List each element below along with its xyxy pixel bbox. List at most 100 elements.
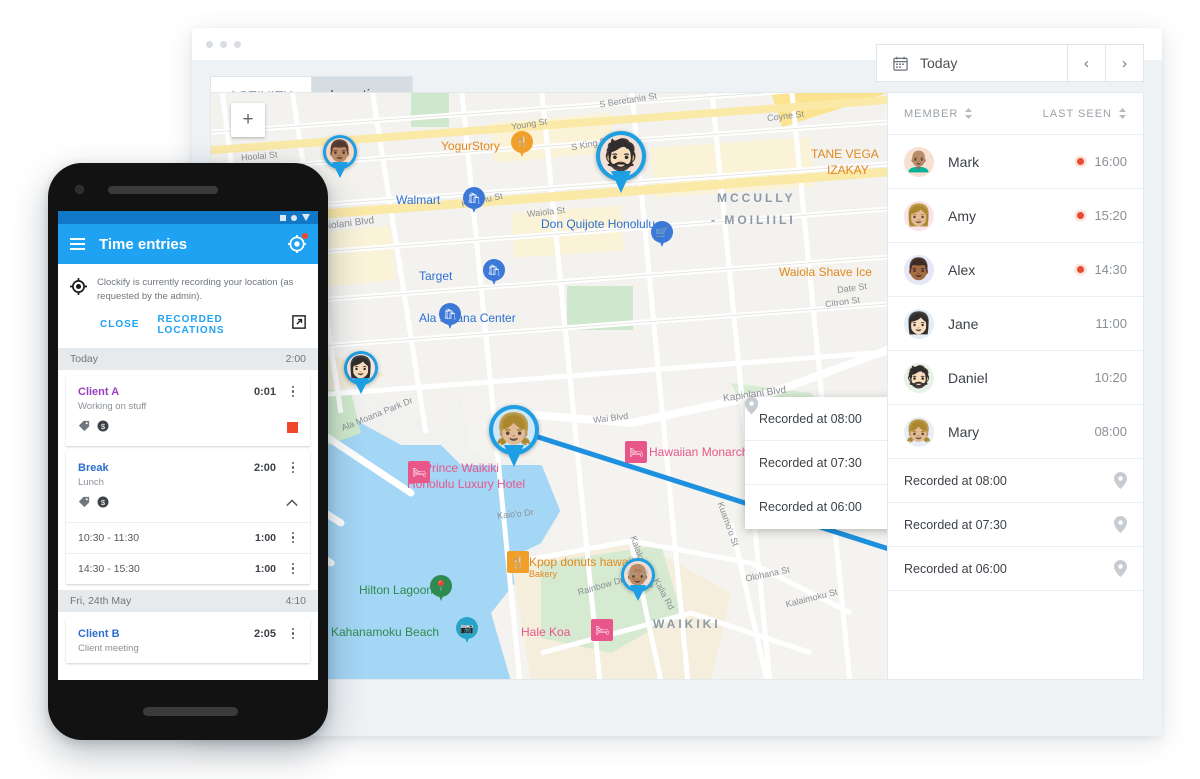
billable-icon[interactable]: $ (97, 495, 109, 513)
entry-sub-row[interactable]: 10:30 - 11:30 1:00 (66, 521, 310, 553)
date-range-button[interactable]: Today (877, 45, 1067, 81)
locations-content: + YogurStory Walmart Don Quijote Honolul… (210, 92, 1144, 680)
poi-bakery-kpop[interactable]: 🍴 (507, 551, 529, 579)
recorded-locations-button[interactable]: RECORDED LOCATIONS (157, 314, 274, 336)
popup-row-0800[interactable]: Recorded at 08:00 (745, 397, 887, 441)
time-entry-client-b[interactable]: Client B 2:05 Client meeting (66, 617, 310, 663)
recorded-label: Recorded at 06:00 (904, 561, 1007, 576)
map-label-kahanamoku-beach: Kahanamoku Beach (331, 625, 440, 639)
poi-store-ala-moana[interactable]: 🛍 (439, 303, 461, 331)
sort-icon-last-seen[interactable] (1118, 108, 1127, 119)
billable-icon[interactable]: $ (97, 419, 109, 437)
poi-beach-kahanamoku[interactable]: 📷 (456, 617, 478, 645)
map-recorded-popup: Recorded at 08:00 Recorded at 07:30 Reco… (745, 397, 887, 529)
entry-menu-icon[interactable] (288, 461, 298, 474)
entry-sub-row[interactable]: 14:30 - 15:30 1:00 (66, 552, 310, 584)
poi-store-target[interactable]: 🛍 (483, 259, 505, 287)
gps-icon[interactable] (288, 233, 308, 253)
avatar: 👨🏾 (904, 254, 934, 285)
table-row[interactable]: 👧🏼 Mary 08:00 (888, 405, 1143, 459)
table-row[interactable]: 🧔🏻 Daniel 10:20 (888, 351, 1143, 405)
map-label-target: Target (419, 269, 453, 283)
poi-store-don-quijote[interactable]: 🛒 (651, 221, 673, 249)
table-row[interactable]: 👨🏾 Alex 14:30 (888, 243, 1143, 297)
window-dot-close[interactable] (206, 40, 213, 48)
time-entry-client-a[interactable]: Client A 0:01 Working on stuff $ (66, 375, 310, 446)
day-header-fri: Fri, 24th May 4:10 (58, 589, 318, 612)
table-row[interactable]: 👩🏼 Amy 15:20 (888, 189, 1143, 243)
collapse-chevron-icon[interactable] (286, 498, 298, 510)
tag-icon[interactable] (78, 495, 90, 513)
map-pin-daniel[interactable]: 🧔🏻 (596, 131, 646, 193)
list-item[interactable]: Recorded at 08:00 (888, 459, 1143, 503)
map-label-waikiki: WAIKIKI (653, 617, 721, 631)
external-link-icon[interactable] (292, 315, 306, 334)
sort-icon-member[interactable] (964, 108, 973, 119)
entry-duration: 2:05 (253, 627, 276, 640)
location-pin-icon (1114, 560, 1127, 577)
sub-entry-duration: 1:00 (254, 531, 276, 544)
svg-text:$: $ (101, 497, 106, 506)
window-dot-minimize[interactable] (220, 40, 227, 48)
menu-icon[interactable] (70, 238, 85, 250)
map-label-izakaya: IZAKAY (827, 163, 869, 177)
member-last-seen: 08:00 (1094, 424, 1127, 439)
popup-row-label: Recorded at 07:30 (759, 455, 862, 470)
entry-description: Working on stuff (78, 400, 147, 412)
map-pin-jane[interactable]: 👩🏻 (344, 351, 378, 395)
list-item[interactable]: Recorded at 07:30 (888, 503, 1143, 547)
gps-recording-badge (302, 233, 308, 239)
entry-menu-icon[interactable] (288, 627, 298, 640)
recorded-label: Recorded at 08:00 (904, 473, 1007, 488)
phone-home-bar[interactable] (143, 707, 238, 716)
map-pin-amy[interactable]: 👧🏼 (489, 405, 539, 467)
map-pin-alex[interactable]: 👴🏽 (621, 558, 655, 602)
popup-row-0600[interactable]: Recorded at 06:00 (745, 397, 887, 529)
entry-description: Client meeting (78, 642, 139, 654)
map-zoom-in-button[interactable]: + (231, 103, 265, 137)
location-pin-icon (1114, 472, 1127, 489)
table-row[interactable]: 👨🏽‍🦲 Mark 16:00 (888, 135, 1143, 189)
time-entry-break[interactable]: Break 2:00 Lunch $ 10:30 - 11:30 1:00 14… (66, 451, 310, 584)
column-header-last-seen[interactable]: LAST SEEN (1043, 108, 1127, 120)
column-label-last-seen: LAST SEEN (1042, 107, 1112, 120)
avatar: 👧🏼 (904, 416, 934, 447)
map-label-kpop-bakery: Bakery (529, 569, 558, 579)
popup-row-0730[interactable]: Recorded at 07:30 (745, 397, 887, 485)
entry-project[interactable]: Client B (78, 628, 254, 640)
entry-description: Lunch (78, 476, 104, 488)
window-dot-maximize[interactable] (234, 40, 241, 48)
table-row[interactable]: 👩🏻 Jane 11:00 (888, 297, 1143, 351)
wifi-icon (302, 214, 310, 221)
member-name: Amy (948, 207, 976, 224)
sub-entry-menu-icon[interactable] (288, 531, 298, 544)
last-seen-time: 10:20 (1094, 370, 1127, 385)
day-total: 4:10 (285, 594, 306, 607)
member-last-seen: 10:20 (1094, 370, 1127, 385)
tag-icon[interactable] (78, 419, 90, 437)
poi-store-walmart[interactable]: 🛍 (463, 187, 485, 215)
entry-duration: 0:01 (253, 385, 276, 398)
poi-restaurant-yogurstory[interactable]: 🍴 (511, 131, 533, 159)
list-item[interactable]: Recorded at 06:00 (888, 547, 1143, 591)
next-day-button[interactable]: › (1105, 45, 1143, 81)
close-notice-button[interactable]: CLOSE (100, 319, 139, 330)
poi-hotel-hawaiian-monarch[interactable]: 🛏 (625, 441, 647, 469)
map-pin-mark[interactable]: 👨🏽 (323, 135, 357, 179)
svg-text:$: $ (101, 421, 106, 430)
entry-project[interactable]: Break (78, 462, 254, 474)
sub-entry-menu-icon[interactable] (288, 562, 298, 575)
poi-hotel-hale-koa[interactable]: 🛏 (591, 619, 613, 647)
browser-window: ACTIVITY Locations (192, 28, 1162, 736)
member-name: Jane (948, 315, 979, 332)
poi-park-hilton-lagoon[interactable]: 📍 (430, 575, 452, 603)
column-header-member[interactable]: MEMBER (904, 108, 1043, 120)
stop-timer-button[interactable] (287, 422, 298, 434)
poi-hotel-prince-waikiki[interactable]: 🛏 (408, 461, 430, 489)
entry-menu-icon[interactable] (288, 385, 298, 398)
map-label-ala-moana-center: Ala Moana Center (419, 311, 516, 325)
map-label-mccully: MCCULLY (717, 191, 796, 205)
panel-header: MEMBER LAST SEEN (888, 93, 1143, 135)
entry-project[interactable]: Client A (78, 386, 254, 398)
prev-day-button[interactable]: ‹ (1067, 45, 1105, 81)
